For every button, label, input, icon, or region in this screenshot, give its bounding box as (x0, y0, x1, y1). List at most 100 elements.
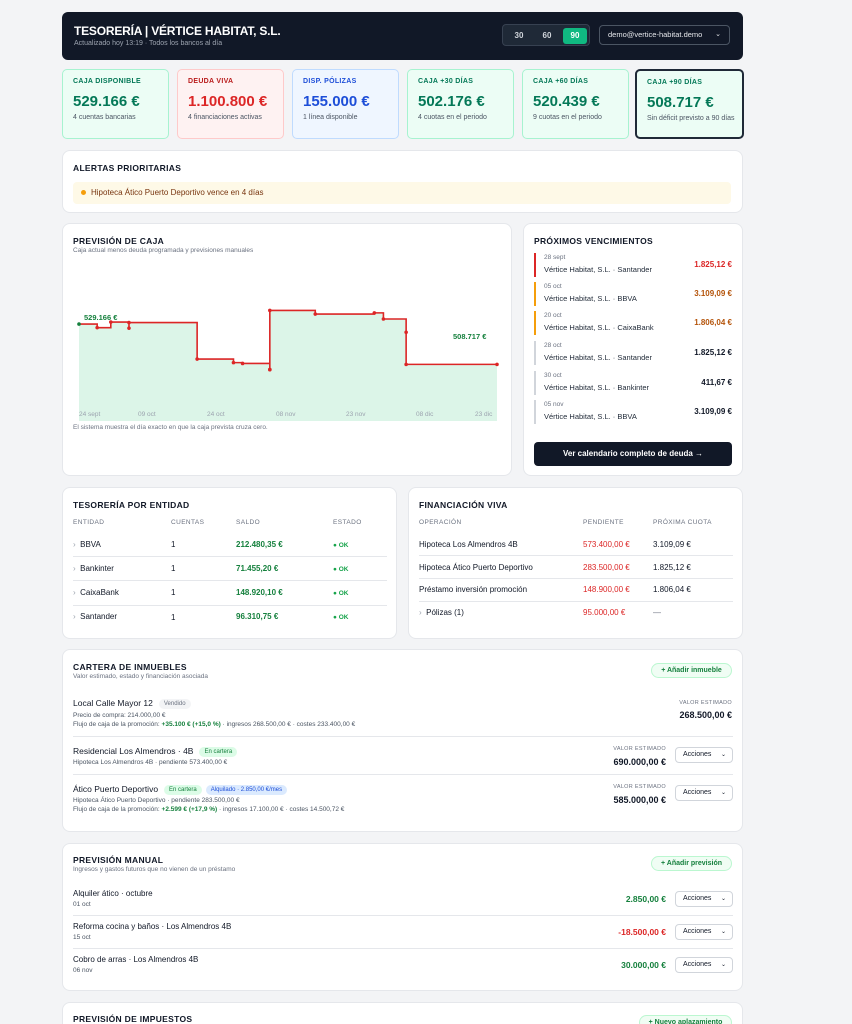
x-tick: 24 sept (79, 411, 101, 418)
upcoming-card: PRÓXIMOS VENCIMIENTOS 28 sept Vértice Hab… (523, 223, 743, 476)
forecast-chart: 529.166 € 508.717 € 24 sept 09 oct 24 oc… (77, 308, 499, 421)
chart-point (127, 320, 131, 325)
chart-point (381, 317, 386, 321)
kpi-disp-polizas: DISP. PÓLIZAS 155.000 € 1 línea disponib… (292, 69, 399, 139)
chevron-down-icon: ⌄ (720, 929, 726, 935)
add-property-button[interactable]: + Añadir inmueble (651, 663, 732, 678)
range-90-button[interactable]: 90 (563, 28, 587, 44)
start-value-label: 529.166 € (84, 313, 118, 322)
col-header: OPERACIÓN (419, 519, 462, 526)
chart-point (372, 311, 377, 315)
kpi-caja-30[interactable]: CAJA +30 DÍAS 502.176 € 4 cuotas en el p… (407, 69, 514, 139)
user-menu[interactable]: demo@vertice-habitat.demo ⌄ (599, 25, 730, 45)
section-title: PRÓXIMOS VENCIMIENTOS (534, 236, 654, 246)
section-title: PREVISIÓN DE IMPUESTOS (73, 1014, 193, 1024)
alerts-card: ALERTAS PRIORITARIAS Hipoteca Ático Puer… (62, 150, 743, 213)
chart-point (404, 362, 408, 367)
actions-dropdown[interactable]: Acciones ⌄ (675, 785, 733, 801)
upcoming-item[interactable]: 28 oct Vértice Habitat, S.L. · Santander 1… (534, 341, 732, 365)
kpi-desc: 9 cuotas en el periodo (533, 114, 602, 121)
range-30-button[interactable]: 30 (507, 28, 531, 44)
chart-point (195, 357, 199, 361)
section-title: CARTERA DE INMUEBLES (73, 662, 187, 672)
section-title: FINANCIACIÓN VIVA (419, 500, 508, 510)
range-selector: 30 60 90 (502, 24, 590, 46)
chevron-down-icon: ⌄ (720, 962, 726, 968)
end-value-label: 508.717 € (453, 332, 487, 341)
entities-card: TESORERÍA POR ENTIDAD ENTIDAD CUENTAS SA… (62, 487, 397, 639)
col-header: ENTIDAD (73, 519, 105, 526)
upcoming-item[interactable]: 28 sept Vértice Habitat, S.L. · Santander… (534, 253, 732, 277)
chart-point (313, 312, 318, 316)
chart-note: El sistema muestra el día exacto en que … (73, 424, 268, 431)
top-header: TESORERÍA | VÉRTICE HABITAT, S.L. Actual… (62, 12, 743, 60)
actions-dropdown[interactable]: Acciones ⌄ (675, 957, 733, 973)
col-header: SALDO (236, 519, 261, 526)
kpi-value: 529.166 € (73, 93, 140, 110)
kpi-label: CAJA +60 DÍAS (533, 78, 589, 85)
kpi-desc: 1 línea disponible (303, 114, 358, 121)
actions-dropdown[interactable]: Acciones ⌄ (675, 747, 733, 763)
kpi-value: 520.439 € (533, 93, 600, 110)
upcoming-item[interactable]: 05 oct Vértice Habitat, S.L. · BBVA 3.109,… (534, 282, 732, 306)
x-tick: 24 oct (207, 411, 225, 418)
manual-forecast-card: PREVISIÓN MANUAL Ingresos y gastos futur… (62, 843, 743, 991)
alert-text: Hipoteca Ático Puerto Deportivo vence en… (91, 188, 264, 197)
range-60-button[interactable]: 60 (535, 28, 559, 44)
kpi-value: 155.000 € (303, 93, 370, 110)
kpi-label: CAJA +90 DÍAS (647, 79, 703, 86)
chart-point (404, 330, 408, 335)
chart-point (95, 325, 99, 330)
actions-dropdown[interactable]: Acciones ⌄ (675, 891, 733, 907)
upcoming-item[interactable]: 05 nov Vértice Habitat, S.L. · BBVA 3.109,… (534, 400, 732, 424)
section-title: TESORERÍA POR ENTIDAD (73, 500, 190, 510)
kpi-desc: 4 cuentas bancarias (73, 114, 136, 121)
chart-area (79, 310, 497, 421)
upcoming-item[interactable]: 30 oct Vértice Habitat, S.L. · Bankinter 4… (534, 371, 732, 395)
warning-dot-icon (81, 190, 86, 195)
chart-point (495, 362, 499, 367)
x-tick: 08 dic (416, 411, 434, 418)
section-subtitle: Ingresos y gastos futuros que no vienen … (73, 866, 236, 873)
kpi-desc: Sin déficit previsto a 90 días (647, 115, 735, 122)
kpi-caja-60[interactable]: CAJA +60 DÍAS 520.439 € 9 cuotas en el p… (522, 69, 629, 139)
add-forecast-button[interactable]: + Añadir previsión (651, 856, 732, 871)
kpi-label: CAJA DISPONIBLE (73, 78, 142, 85)
kpi-value: 1.100.800 € (188, 93, 268, 110)
col-header: CUENTAS (171, 519, 205, 526)
user-email: demo@vertice-habitat.demo (608, 30, 703, 39)
kpi-value: 508.717 € (647, 94, 714, 111)
x-tick: 09 oct (138, 411, 156, 418)
chevron-down-icon: ⌄ (720, 752, 726, 758)
actions-dropdown[interactable]: Acciones ⌄ (675, 924, 733, 940)
col-header: ESTADO (333, 519, 362, 526)
section-title: ALERTAS PRIORITARIAS (73, 163, 182, 173)
new-deferral-button[interactable]: + Nuevo aplazamiento (639, 1015, 732, 1024)
chevron-down-icon: ⌄ (720, 790, 726, 796)
kpi-caja-disponible: CAJA DISPONIBLE 529.166 € 4 cuentas banc… (62, 69, 169, 139)
col-header: PRÓXIMA CUOTA (653, 519, 712, 526)
alert-item[interactable]: Hipoteca Ático Puerto Deportivo vence en… (73, 182, 731, 204)
upcoming-item[interactable]: 20 oct Vértice Habitat, S.L. · CaixaBank 1… (534, 311, 732, 335)
page-title: TESORERÍA | VÉRTICE HABITAT, S.L. (74, 24, 281, 38)
kpi-caja-90[interactable]: CAJA +90 DÍAS 508.717 € Sin déficit prev… (635, 69, 744, 139)
kpi-deuda-viva: DEUDA VIVA 1.100.800 € 4 financiaciones … (177, 69, 284, 139)
last-updated: Actualizado hoy 13:19 · Todos los bancos… (74, 40, 223, 47)
chart-point (231, 360, 236, 365)
x-tick: 23 dic (475, 411, 493, 418)
kpi-label: DISP. PÓLIZAS (303, 78, 357, 85)
financing-card: FINANCIACIÓN VIVA OPERACIÓN PENDIENTE PR… (408, 487, 743, 639)
chart-point (77, 322, 81, 326)
kpi-value: 502.176 € (418, 93, 485, 110)
section-title: PREVISIÓN MANUAL (73, 855, 164, 865)
section-subtitle: Valor estimado, estado y financiación as… (73, 673, 209, 680)
x-tick: 23 nov (346, 411, 366, 418)
kpi-label: CAJA +30 DÍAS (418, 78, 474, 85)
chevron-down-icon: ⌄ (720, 896, 726, 902)
x-tick: 08 nov (276, 411, 296, 418)
kpi-label: DEUDA VIVA (188, 78, 234, 85)
portfolio-card: CARTERA DE INMUEBLES Valor estimado, est… (62, 649, 743, 832)
kpi-desc: 4 financiaciones activas (188, 114, 262, 121)
debt-calendar-button[interactable]: Ver calendario completo de deuda → (534, 442, 732, 466)
chart-point (240, 361, 245, 366)
